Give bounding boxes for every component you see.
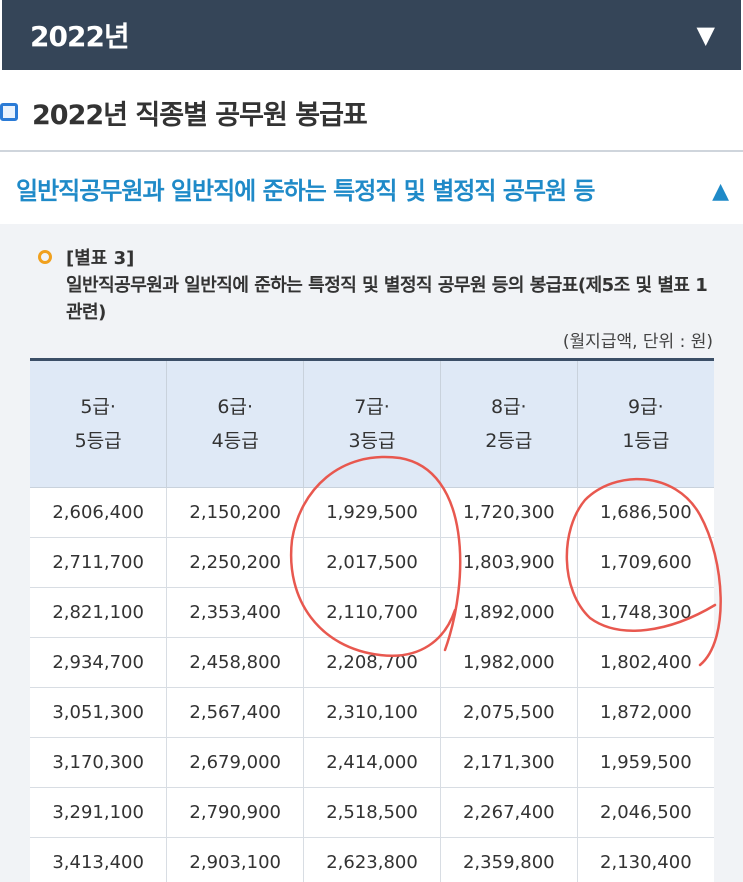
column-header: 6급· 4등급 [166, 361, 305, 488]
column-header: 7급· 3등급 [303, 361, 441, 488]
column-header: 5급· 5등급 [30, 361, 168, 488]
section-title: 2022년 직종별 공무원 봉급표 [32, 99, 368, 131]
column-header: 9급· 1등급 [577, 361, 714, 488]
table-cell: 2,414,000 [303, 737, 441, 788]
table-row: 2,606,400 2,150,200 1,929,500 1,720,300 … [30, 487, 714, 538]
table-row: 3,291,100 2,790,900 2,518,500 2,267,400 … [30, 787, 714, 838]
table-cell: 2,359,800 [440, 837, 578, 882]
accordion-header[interactable]: 일반직공무원과 일반직에 준하는 특정직 및 별정직 공무원 등 ▲ [0, 152, 743, 224]
table-cell: 1,959,500 [577, 737, 714, 788]
table-cell: 2,267,400 [440, 787, 578, 838]
table-cell: 1,929,500 [303, 487, 441, 538]
table-cell: 2,711,700 [30, 537, 168, 588]
note-label: [별표 3] [66, 248, 135, 269]
table-cell: 2,934,700 [30, 637, 168, 688]
table-cell: 2,075,500 [440, 687, 578, 738]
table-row: 3,170,300 2,679,000 2,414,000 2,171,300 … [30, 737, 714, 788]
table-cell: 2,208,700 [303, 637, 441, 688]
table-cell: 2,017,500 [303, 537, 441, 588]
table-cell: 2,250,200 [166, 537, 305, 588]
table-cell: 2,353,400 [166, 587, 305, 638]
table-cell: 2,790,900 [166, 787, 305, 838]
table-cell: 1,872,000 [577, 687, 714, 738]
table-cell: 2,110,700 [303, 587, 441, 638]
table-cell: 2,623,800 [303, 837, 441, 882]
table-cell: 1,982,000 [440, 637, 578, 688]
table-cell: 1,802,400 [577, 637, 714, 688]
table-cell: 2,046,500 [577, 787, 714, 838]
table-cell: 1,720,300 [440, 487, 578, 538]
year-selector[interactable]: 2022년 ▼ [2, 0, 741, 70]
table-cell: 2,310,100 [303, 687, 441, 738]
table-cell: 2,567,400 [166, 687, 305, 738]
salary-table: 5급· 5등급 6급· 4등급 7급· 3등급 8급· 2등급 9급· 1등급 … [30, 358, 714, 882]
table-cell: 2,606,400 [30, 487, 168, 538]
table-cell: 1,748,300 [577, 587, 714, 638]
circle-bullet-icon [38, 250, 52, 264]
table-cell: 2,821,100 [30, 587, 168, 638]
table-cell: 1,892,000 [440, 587, 578, 638]
table-cell: 2,903,100 [166, 837, 305, 882]
table-cell: 1,686,500 [577, 487, 714, 538]
table-cell: 2,518,500 [303, 787, 441, 838]
table-row: 2,821,100 2,353,400 2,110,700 1,892,000 … [30, 587, 714, 638]
table-row: 3,413,400 2,903,100 2,623,800 2,359,800 … [30, 837, 714, 882]
year-label: 2022년 [30, 20, 130, 53]
table-cell: 3,051,300 [30, 687, 168, 738]
section-heading: 2022년 직종별 공무원 봉급표 [0, 90, 368, 134]
table-header-row: 5급· 5등급 6급· 4등급 7급· 3등급 8급· 2등급 9급· 1등급 [30, 361, 714, 488]
table-cell: 3,291,100 [30, 787, 168, 838]
triangle-up-icon[interactable]: ▲ [712, 179, 729, 204]
table-row: 2,711,700 2,250,200 2,017,500 1,803,900 … [30, 537, 714, 588]
table-cell: 1,803,900 [440, 537, 578, 588]
table-cell: 2,458,800 [166, 637, 305, 688]
table-row: 2,934,700 2,458,800 2,208,700 1,982,000 … [30, 637, 714, 688]
accordion-title[interactable]: 일반직공무원과 일반직에 준하는 특정직 및 별정직 공무원 등 [16, 171, 595, 206]
table-cell: 3,170,300 [30, 737, 168, 788]
note-description: 일반직공무원과 일반직에 준하는 특정직 및 별정직 공무원 등의 봉급표(제5… [66, 275, 708, 323]
unit-label: (월지급액, 단위 : 원) [562, 332, 713, 352]
table-cell: 1,709,600 [577, 537, 714, 588]
table-cell: 2,150,200 [166, 487, 305, 538]
table-cell: 2,171,300 [440, 737, 578, 788]
table-cell: 2,679,000 [166, 737, 305, 788]
square-bullet-icon [0, 103, 18, 121]
column-header: 8급· 2등급 [440, 361, 578, 488]
triangle-down-icon[interactable]: ▼ [697, 21, 715, 49]
table-note: [별표 3] 일반직공무원과 일반직에 준하는 특정직 및 별정직 공무원 등의… [38, 244, 718, 326]
table-cell: 3,413,400 [30, 837, 168, 882]
table-cell: 2,130,400 [577, 837, 714, 882]
table-row: 3,051,300 2,567,400 2,310,100 2,075,500 … [30, 687, 714, 738]
